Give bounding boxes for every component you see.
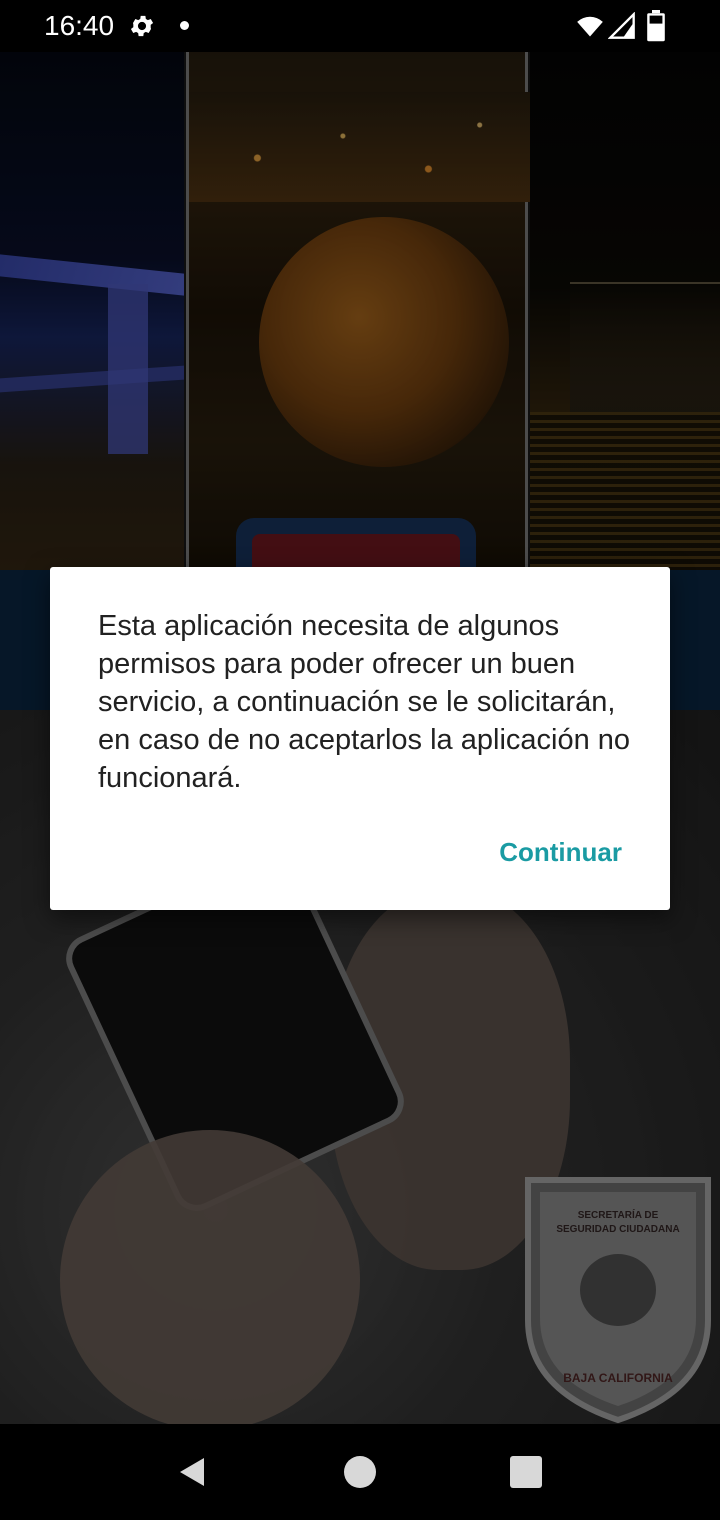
back-icon[interactable] [176,1456,208,1488]
continue-button[interactable]: Continuar [499,837,622,868]
permissions-dialog: Esta aplicación necesita de algunos perm… [50,567,670,910]
signal-icon [608,12,635,39]
screen: SECRETARÍA DE SEGURIDAD CIUDADANA BAJA C… [0,0,720,1520]
wifi-icon [577,16,603,37]
recents-icon[interactable] [510,1456,542,1488]
status-time: 16:40 [44,10,115,41]
home-icon[interactable] [344,1456,376,1488]
battery-icon [647,10,665,42]
navigation-bar [0,1424,720,1520]
notification-dot-icon [180,21,189,30]
status-bar: 16:40 [0,0,720,52]
gear-icon [130,15,154,37]
dialog-message: Esta aplicación necesita de algunos perm… [98,610,631,794]
